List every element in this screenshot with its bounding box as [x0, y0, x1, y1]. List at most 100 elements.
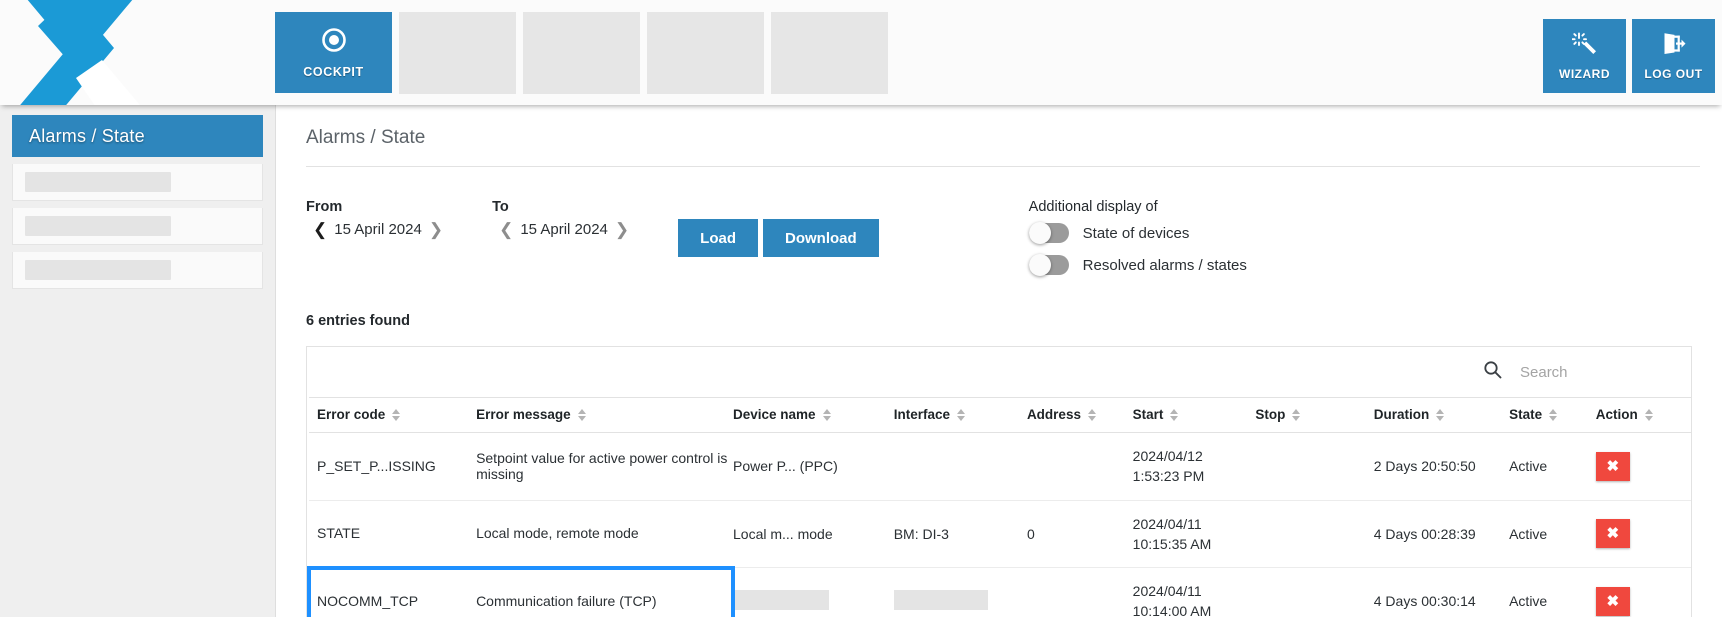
col-start[interactable]: Start — [1133, 398, 1256, 433]
table-body: P_SET_P...ISSING Setpoint value for acti… — [309, 433, 1691, 617]
sort-icon[interactable] — [578, 409, 586, 421]
col-action[interactable]: Action — [1596, 398, 1691, 433]
cell-device-name: Local m... mode — [733, 500, 894, 568]
col-stop[interactable]: Stop — [1255, 398, 1373, 433]
table-row[interactable]: NOCOMM_TCP Communication failure (TCP) 2… — [309, 568, 1691, 617]
col-action-label: Action — [1596, 407, 1638, 422]
col-duration-label: Duration — [1374, 407, 1430, 422]
from-label: From — [306, 199, 450, 215]
cell-duration: 4 Days 00:30:14 — [1374, 568, 1509, 617]
tab-cockpit-label: COCKPIT — [303, 65, 363, 79]
page-title: Alarms / State — [306, 105, 1700, 167]
cell-interface — [894, 568, 1027, 617]
from-date-value: 15 April 2024 — [334, 221, 422, 238]
table-row[interactable]: P_SET_P...ISSING Setpoint value for acti… — [309, 433, 1691, 501]
sort-icon[interactable] — [1170, 409, 1178, 421]
redacted-label — [25, 260, 171, 280]
start-time: 10:15:35 AM — [1133, 534, 1256, 554]
chevron-right-icon[interactable]: ❯ — [422, 221, 450, 238]
col-state[interactable]: State — [1509, 398, 1596, 433]
from-date-picker[interactable]: ❮ 15 April 2024 ❯ — [306, 221, 450, 238]
to-date-picker[interactable]: ❮ 15 April 2024 ❯ — [492, 221, 636, 238]
chevron-left-icon[interactable]: ❮ — [306, 221, 334, 238]
logout-button[interactable]: LOG OUT — [1632, 19, 1715, 93]
cell-state: Active — [1509, 433, 1596, 501]
sidebar-item-1[interactable] — [12, 164, 263, 201]
cell-start: 2024/04/11 10:15:35 AM — [1133, 500, 1256, 568]
cell-interface: BM: DI-3 — [894, 500, 1027, 568]
to-label: To — [492, 199, 636, 215]
to-date-value: 15 April 2024 — [520, 221, 608, 238]
delete-row-button[interactable]: ✖ — [1596, 452, 1630, 481]
x-logo-icon — [2, 0, 172, 105]
logout-button-label: LOG OUT — [1644, 67, 1702, 81]
sort-icon[interactable] — [957, 409, 965, 421]
toggle-knob — [1029, 222, 1051, 244]
toggle-state-of-devices[interactable] — [1029, 223, 1069, 243]
start-date: 2024/04/12 — [1133, 446, 1256, 466]
cell-start: 2024/04/12 1:53:23 PM — [1133, 433, 1256, 501]
table-toolbar — [307, 347, 1691, 397]
col-address-label: Address — [1027, 407, 1081, 422]
top-bar: COCKPIT — [0, 0, 1722, 105]
tab-cockpit[interactable]: COCKPIT — [275, 12, 392, 93]
col-device-name[interactable]: Device name — [733, 398, 894, 433]
table-row[interactable]: STATE Local mode, remote mode Local m...… — [309, 500, 1691, 568]
tab-placeholder-2[interactable] — [523, 12, 640, 94]
toggle-knob — [1029, 254, 1051, 276]
col-duration[interactable]: Duration — [1374, 398, 1509, 433]
start-date: 2024/04/11 — [1133, 581, 1256, 601]
toggle-resolved-alarms[interactable] — [1029, 255, 1069, 275]
sort-icon[interactable] — [823, 409, 831, 421]
col-address[interactable]: Address — [1027, 398, 1133, 433]
delete-row-button[interactable]: ✖ — [1596, 519, 1630, 548]
start-date: 2024/04/11 — [1133, 514, 1256, 534]
alarms-table-card: Error code Error message Device name Int… — [306, 346, 1692, 617]
redacted-value — [735, 590, 829, 610]
toggle-state-of-devices-label: State of devices — [1083, 225, 1190, 242]
cell-state: Active — [1509, 500, 1596, 568]
redacted-value — [894, 590, 988, 610]
main-nav-tabs: COCKPIT — [275, 0, 888, 94]
col-interface-label: Interface — [894, 407, 950, 422]
sort-icon[interactable] — [1645, 409, 1653, 421]
sort-icon[interactable] — [392, 409, 400, 421]
alarms-table: Error code Error message Device name Int… — [307, 397, 1691, 617]
sort-icon[interactable] — [1292, 409, 1300, 421]
cell-device-name: Power P... (PPC) — [733, 433, 894, 501]
download-button[interactable]: Download — [763, 219, 879, 257]
additional-display-title: Additional display of — [1029, 199, 1247, 215]
col-interface[interactable]: Interface — [894, 398, 1027, 433]
chevron-left-icon[interactable]: ❮ — [492, 221, 520, 238]
col-error-message[interactable]: Error message — [476, 398, 733, 433]
tab-placeholder-4[interactable] — [771, 12, 888, 94]
tab-placeholder-1[interactable] — [399, 12, 516, 94]
sidebar-item-2[interactable] — [12, 208, 263, 245]
table-head: Error code Error message Device name Int… — [309, 398, 1691, 433]
cell-device-name — [733, 568, 894, 617]
delete-row-button[interactable]: ✖ — [1596, 587, 1630, 616]
toggle-resolved-alarms-label: Resolved alarms / states — [1083, 257, 1247, 274]
cell-state: Active — [1509, 568, 1596, 617]
col-error-code[interactable]: Error code — [309, 398, 476, 433]
cell-duration: 4 Days 00:28:39 — [1374, 500, 1509, 568]
load-button[interactable]: Load — [678, 219, 758, 257]
start-time: 10:14:00 AM — [1133, 601, 1256, 617]
col-stop-label: Stop — [1255, 407, 1285, 422]
target-icon — [321, 27, 347, 56]
chevron-right-icon[interactable]: ❯ — [608, 221, 636, 238]
cell-address — [1027, 568, 1133, 617]
sidebar-item-3[interactable] — [12, 252, 263, 289]
wizard-button-label: WIZARD — [1559, 67, 1610, 81]
wizard-button[interactable]: WIZARD — [1543, 19, 1626, 93]
search-icon[interactable] — [1483, 360, 1502, 384]
tab-placeholder-3[interactable] — [647, 12, 764, 94]
from-date-group: From ❮ 15 April 2024 ❯ — [306, 199, 450, 238]
col-device-name-label: Device name — [733, 407, 816, 422]
cell-stop — [1255, 568, 1373, 617]
sort-icon[interactable] — [1436, 409, 1444, 421]
search-input[interactable] — [1518, 363, 1683, 382]
sort-icon[interactable] — [1088, 409, 1096, 421]
cell-address — [1027, 433, 1133, 501]
sort-icon[interactable] — [1549, 409, 1557, 421]
